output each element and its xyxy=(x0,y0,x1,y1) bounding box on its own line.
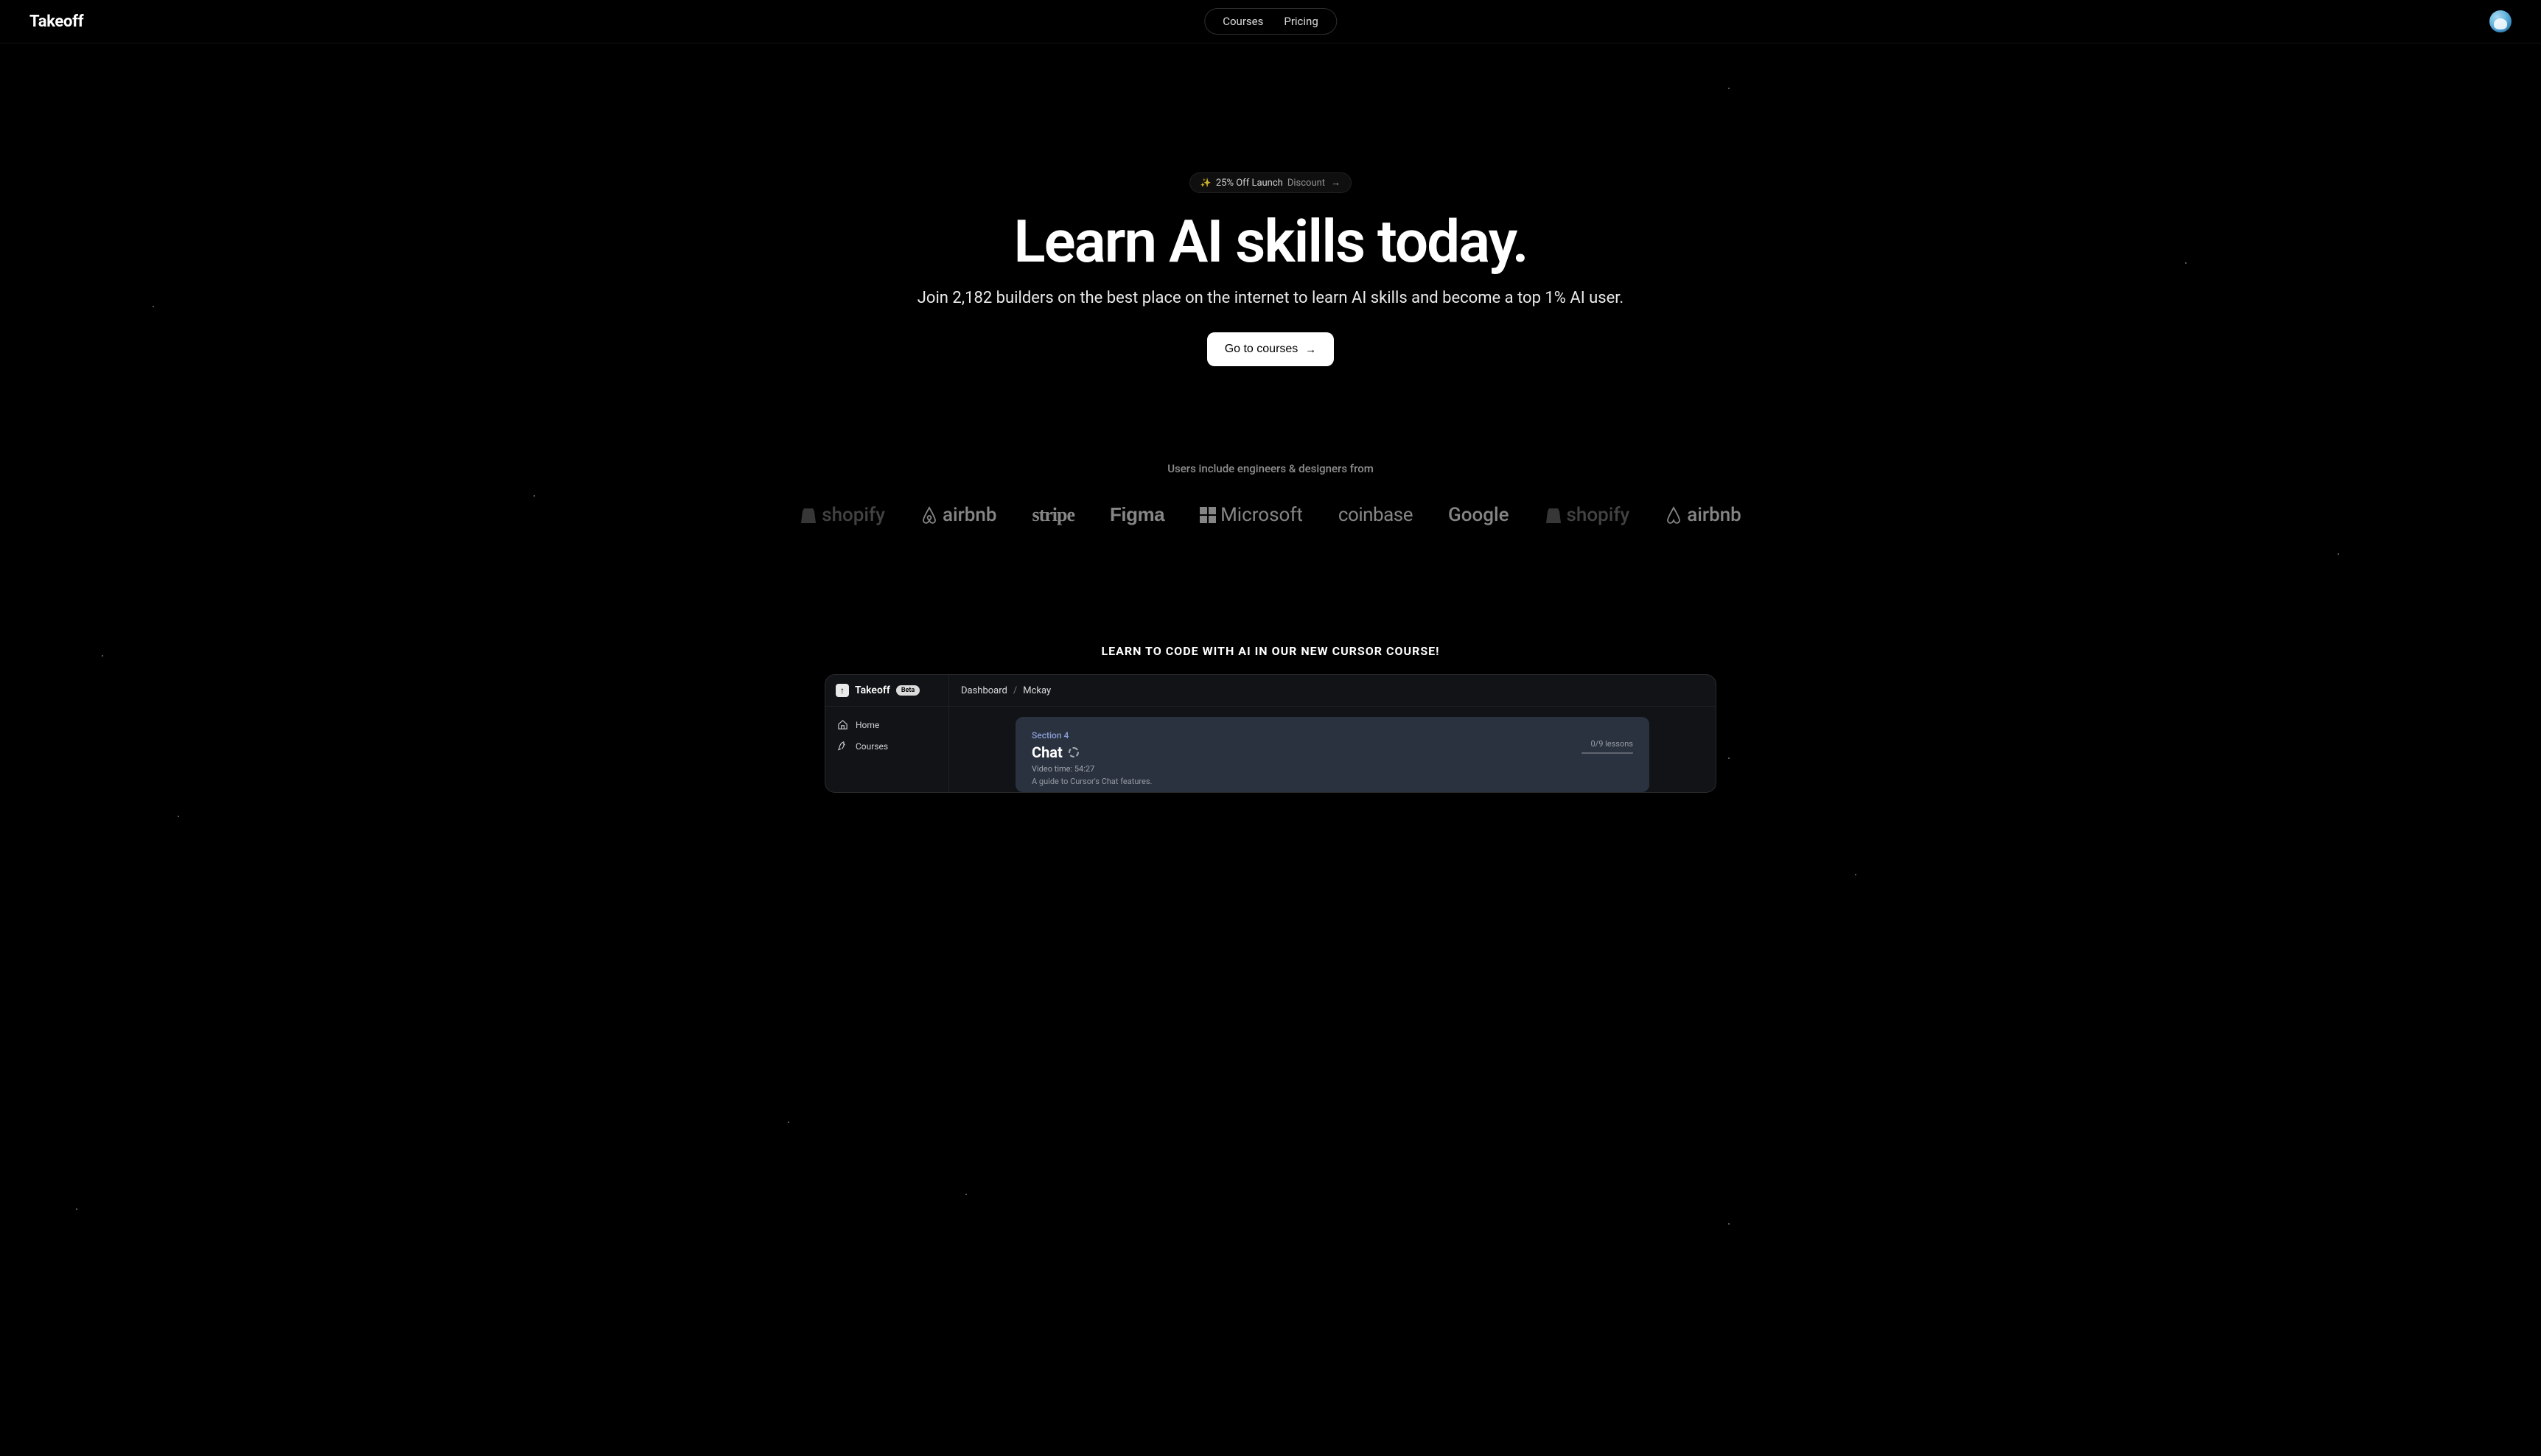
sidebar-item-label: Home xyxy=(856,720,879,730)
shopify-logo: shopify xyxy=(800,504,885,526)
nav-pricing[interactable]: Pricing xyxy=(1284,15,1318,28)
card-title-row: Chat xyxy=(1032,743,1633,761)
card-title: Chat xyxy=(1032,743,1063,761)
loading-spinner-icon xyxy=(1069,747,1079,757)
card-video-time: Video time: 54:27 xyxy=(1032,764,1633,774)
figma-logo: Figma xyxy=(1110,503,1164,526)
progress-text: 0/9 lessons xyxy=(1590,739,1633,749)
sparkle-icon: ✨ xyxy=(1200,178,1212,188)
airbnb-logo: airbnb xyxy=(1665,504,1741,526)
beta-badge: Beta xyxy=(896,685,920,696)
preview-brand: Takeoff xyxy=(855,685,890,696)
google-logo: Google xyxy=(1448,504,1509,526)
cta-label: Go to courses xyxy=(1225,343,1299,356)
sidebar-item-label: Courses xyxy=(856,741,888,752)
logo-text: shopify xyxy=(1567,504,1630,526)
hero-section: ✨ 25% Off Launch Discount → Learn AI ski… xyxy=(0,43,2541,366)
course-preview-section: LEARN TO CODE WITH AI IN OUR NEW CURSOR … xyxy=(0,644,2541,793)
breadcrumb-separator: / xyxy=(1013,685,1017,696)
card-progress: 0/9 lessons xyxy=(1581,739,1633,754)
breadcrumb-item[interactable]: Dashboard xyxy=(961,685,1007,696)
promo-badge[interactable]: ✨ 25% Off Launch Discount → xyxy=(1189,172,1352,193)
arrow-right-icon: → xyxy=(1331,177,1341,189)
shopify-logo: shopify xyxy=(1545,504,1630,526)
social-proof-label: Users include engineers & designers from xyxy=(0,462,2541,475)
breadcrumb-item[interactable]: Mckay xyxy=(1023,685,1051,696)
coinbase-logo: coinbase xyxy=(1338,504,1413,526)
rocket-icon xyxy=(837,741,848,752)
airbnb-icon xyxy=(920,505,938,525)
hero-subtitle: Join 2,182 builders on the best place on… xyxy=(918,289,1623,307)
logo-text: airbnb xyxy=(943,504,997,526)
arrow-right-icon: → xyxy=(1305,343,1316,356)
airbnb-icon xyxy=(1665,505,1682,525)
preview-sidebar: Home Courses xyxy=(825,707,949,792)
app-preview-window: ↑ Takeoff Beta Dashboard / Mckay Home Co… xyxy=(825,674,1716,793)
stripe-logo: stripe xyxy=(1032,504,1074,526)
card-section-label: Section 4 xyxy=(1032,730,1633,741)
hero-title: Learn AI skills today. xyxy=(1013,211,1527,273)
logo-text: Microsoft xyxy=(1220,504,1303,526)
logo-text: airbnb xyxy=(1687,504,1741,526)
logo-text: shopify xyxy=(822,504,885,526)
go-to-courses-button[interactable]: Go to courses → xyxy=(1207,332,1335,366)
microsoft-logo: Microsoft xyxy=(1200,504,1303,526)
promo-text-suffix: Discount xyxy=(1287,178,1325,189)
home-icon xyxy=(837,719,848,730)
preview-body: Home Courses Section 4 Chat Video time: … xyxy=(825,707,1716,792)
brand-logo[interactable]: Takeoff xyxy=(29,13,83,31)
microsoft-icon xyxy=(1200,507,1216,523)
company-logos-row: shopify airbnb stripe Figma Microsoft co… xyxy=(0,503,2541,526)
sidebar-item-home[interactable]: Home xyxy=(831,714,943,735)
card-description: A guide to Cursor's Chat features. xyxy=(1032,777,1633,786)
nav-courses[interactable]: Courses xyxy=(1223,15,1263,28)
progress-bar xyxy=(1581,752,1633,754)
preview-topbar: ↑ Takeoff Beta Dashboard / Mckay xyxy=(825,675,1716,707)
main-nav: Courses Pricing xyxy=(1204,8,1337,35)
arrow-up-icon: ↑ xyxy=(836,684,849,697)
bag-icon xyxy=(1545,505,1562,525)
airbnb-logo: airbnb xyxy=(920,504,997,526)
breadcrumb: Dashboard / Mckay xyxy=(949,675,1716,707)
course-card[interactable]: Section 4 Chat Video time: 54:27 A guide… xyxy=(1016,717,1649,792)
user-avatar[interactable] xyxy=(2489,10,2512,32)
sidebar-item-courses[interactable]: Courses xyxy=(831,735,943,757)
social-proof-section: Users include engineers & designers from… xyxy=(0,462,2541,526)
header: Takeoff Courses Pricing xyxy=(0,0,2541,43)
promo-text-main: 25% Off Launch xyxy=(1216,178,1283,189)
course-heading: LEARN TO CODE WITH AI IN OUR NEW CURSOR … xyxy=(0,644,2541,658)
bag-icon xyxy=(800,505,817,525)
preview-main: Section 4 Chat Video time: 54:27 A guide… xyxy=(949,707,1716,792)
preview-brand-block: ↑ Takeoff Beta xyxy=(825,675,949,707)
